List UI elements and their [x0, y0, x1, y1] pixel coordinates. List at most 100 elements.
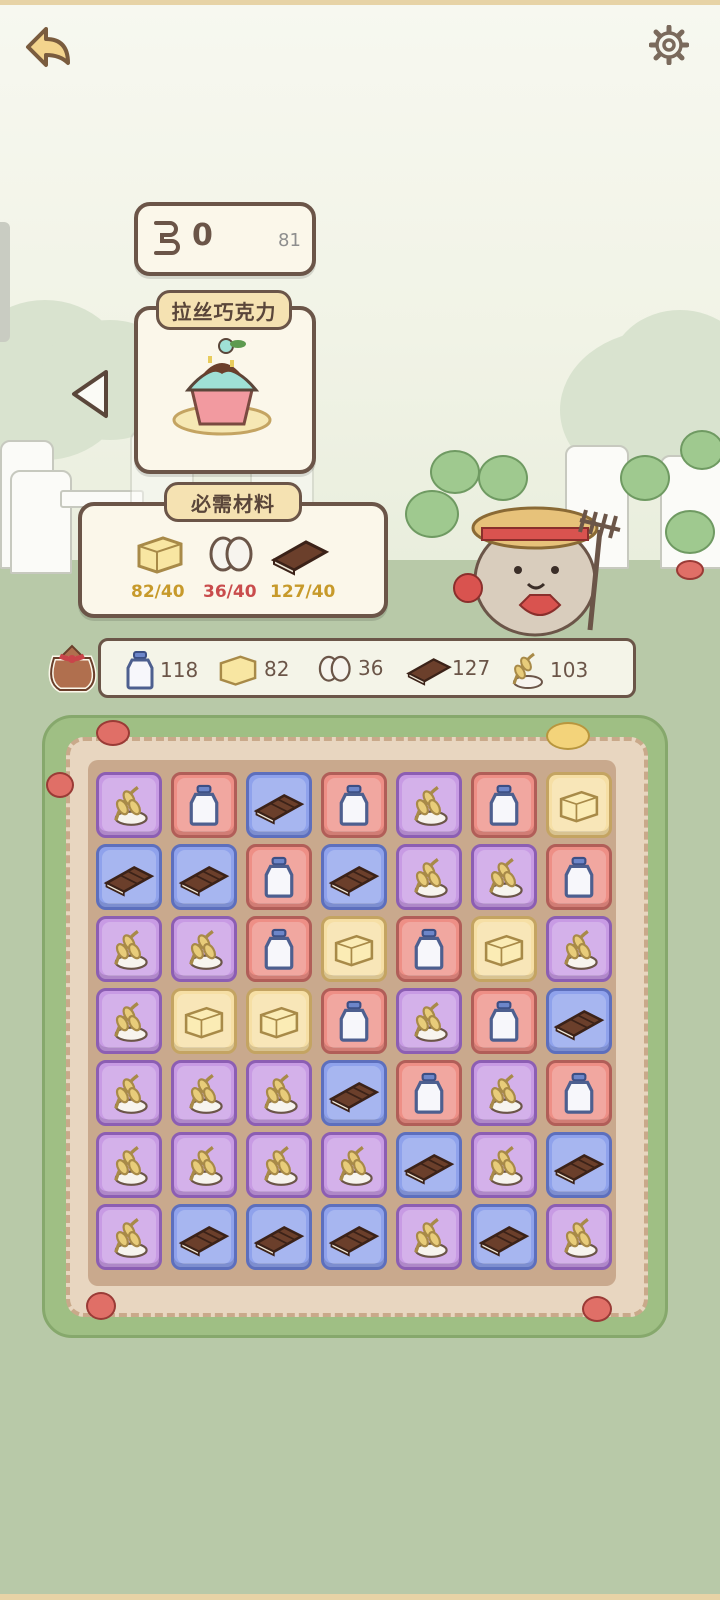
tile-milk[interactable]	[471, 772, 537, 838]
tile-wheat[interactable]	[96, 916, 162, 982]
tile-wheat[interactable]	[471, 844, 537, 910]
tile-wheat[interactable]	[96, 1132, 162, 1198]
wheat-icon	[177, 1138, 231, 1192]
moves-value: 0	[192, 218, 213, 253]
tile-choc[interactable]	[246, 772, 312, 838]
tile-milk[interactable]	[246, 916, 312, 982]
inventory-egg: 36	[314, 650, 383, 686]
fence-post	[10, 470, 72, 574]
chocolate-icon	[402, 1138, 456, 1192]
tile-milk[interactable]	[246, 844, 312, 910]
milk-icon	[327, 994, 381, 1048]
tile-wheat[interactable]	[396, 988, 462, 1054]
tile-choc[interactable]	[321, 844, 387, 910]
inventory-milk: 118	[124, 650, 198, 690]
wheat-icon	[102, 994, 156, 1048]
tile-milk[interactable]	[396, 916, 462, 982]
tile-choc[interactable]	[546, 988, 612, 1054]
tile-choc[interactable]	[96, 844, 162, 910]
requirements-title: 必需材料	[164, 482, 302, 522]
tile-wheat[interactable]	[396, 1204, 462, 1270]
wheat-icon	[402, 778, 456, 832]
inventory-milk-value: 118	[160, 658, 199, 682]
triangle-left-icon	[72, 370, 108, 418]
previous-recipe-button[interactable]	[66, 366, 114, 422]
inventory-bag-button[interactable]	[40, 632, 104, 696]
chocolate-icon	[552, 994, 606, 1048]
tile-milk[interactable]	[171, 772, 237, 838]
recipe-title: 拉丝巧克力	[156, 290, 292, 330]
bottom-border	[0, 1594, 720, 1600]
tile-butter[interactable]	[246, 988, 312, 1054]
tile-milk[interactable]	[321, 772, 387, 838]
tile-wheat[interactable]	[321, 1132, 387, 1198]
tile-wheat[interactable]	[396, 772, 462, 838]
tile-wheat[interactable]	[246, 1060, 312, 1126]
milk-icon	[327, 778, 381, 832]
tile-wheat[interactable]	[471, 1060, 537, 1126]
tile-butter[interactable]	[171, 988, 237, 1054]
tile-wheat[interactable]	[546, 1204, 612, 1270]
milk-icon	[252, 922, 306, 976]
plant-leaf	[680, 430, 720, 470]
wheat-icon	[177, 1066, 231, 1120]
mushroom-decoration	[676, 560, 704, 580]
inventory-butter-value: 82	[264, 657, 290, 681]
chocolate-icon	[477, 1210, 531, 1264]
tile-wheat[interactable]	[396, 844, 462, 910]
chocolate-icon	[270, 540, 330, 576]
tile-wheat[interactable]	[171, 1132, 237, 1198]
back-button[interactable]	[22, 20, 76, 74]
flower-decoration	[546, 722, 590, 750]
chocolate-icon	[252, 1210, 306, 1264]
tile-wheat[interactable]	[96, 988, 162, 1054]
wheat-icon	[177, 922, 231, 976]
tile-butter[interactable]	[546, 772, 612, 838]
tile-choc[interactable]	[546, 1132, 612, 1198]
tile-choc[interactable]	[321, 1204, 387, 1270]
tile-milk[interactable]	[546, 844, 612, 910]
tile-choc[interactable]	[246, 1204, 312, 1270]
tile-wheat[interactable]	[96, 1060, 162, 1126]
milk-icon	[402, 1066, 456, 1120]
chocolate-icon	[406, 658, 452, 686]
side-drawer-handle[interactable]	[0, 222, 10, 342]
tile-wheat[interactable]	[471, 1132, 537, 1198]
tile-wheat[interactable]	[96, 772, 162, 838]
tile-wheat[interactable]	[171, 916, 237, 982]
tile-choc[interactable]	[171, 1204, 237, 1270]
tile-butter[interactable]	[471, 916, 537, 982]
wheat-icon	[552, 922, 606, 976]
tile-wheat[interactable]	[96, 1204, 162, 1270]
tile-choc[interactable]	[471, 1204, 537, 1270]
flower-decoration	[86, 1292, 116, 1320]
chocolate-icon	[102, 850, 156, 904]
chocolate-icon	[177, 850, 231, 904]
tile-wheat[interactable]	[246, 1132, 312, 1198]
tile-milk[interactable]	[546, 1060, 612, 1126]
tile-wheat[interactable]	[546, 916, 612, 982]
wheat-icon	[477, 1066, 531, 1120]
tile-choc[interactable]	[396, 1132, 462, 1198]
inventory-chocolate: 127	[404, 650, 490, 686]
tile-milk[interactable]	[471, 988, 537, 1054]
back-arrow-icon	[26, 27, 70, 67]
tile-milk[interactable]	[321, 988, 387, 1054]
tile-choc[interactable]	[321, 1060, 387, 1126]
tile-choc[interactable]	[171, 844, 237, 910]
settings-button[interactable]	[642, 18, 696, 72]
butter-icon	[177, 994, 231, 1048]
top-border	[0, 0, 720, 5]
tile-wheat[interactable]	[171, 1060, 237, 1126]
tile-butter[interactable]	[321, 916, 387, 982]
wheat-icon	[252, 1138, 306, 1192]
requirement-butter-amount: 82/40	[131, 582, 185, 602]
butter-icon	[219, 655, 257, 686]
wheat-icon	[402, 994, 456, 1048]
chocolate-icon	[327, 1066, 381, 1120]
chocolate-icon	[327, 850, 381, 904]
footprint-icon	[154, 221, 180, 255]
chocolate-icon	[252, 778, 306, 832]
egg-icon	[209, 536, 253, 572]
tile-milk[interactable]	[396, 1060, 462, 1126]
